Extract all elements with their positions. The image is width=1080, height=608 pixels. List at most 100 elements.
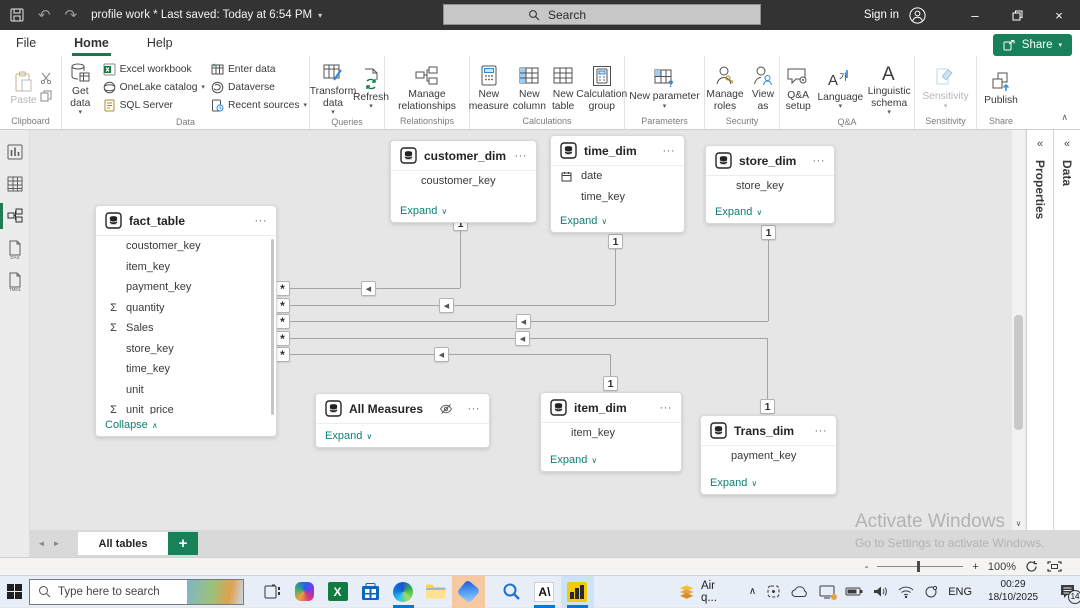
cast-tray-icon[interactable]: [819, 585, 838, 600]
entity-card-store-dim[interactable]: store_dim ··· store_key Expand ∨: [705, 145, 835, 224]
relationship-line-customer[interactable]: [460, 223, 461, 288]
a-app-icon[interactable]: A\: [528, 576, 561, 608]
collapse-ribbon-icon[interactable]: ∧: [1061, 112, 1068, 123]
hidden-eye-icon[interactable]: [439, 403, 453, 415]
recent-sources-item[interactable]: Recent sources ▾: [211, 98, 307, 113]
transform-data-button[interactable]: Transform data ▾: [310, 58, 356, 117]
new-column-button[interactable]: New column: [512, 61, 547, 112]
expand-link[interactable]: Expand ∨: [560, 215, 607, 227]
restore-button[interactable]: [996, 0, 1038, 30]
field-row[interactable]: time_key: [551, 187, 684, 208]
save-icon[interactable]: [10, 8, 24, 22]
entity-card-item-dim[interactable]: item_dim ··· item_key Expand ∨: [540, 392, 682, 472]
document-title[interactable]: profile work * Last saved: Today at 6:54…: [91, 9, 322, 21]
zoom-in-button[interactable]: +: [972, 561, 978, 573]
card-scrollbar[interactable]: [271, 239, 274, 415]
more-options-icon[interactable]: ···: [660, 402, 673, 414]
field-row[interactable]: payment_key: [701, 446, 836, 467]
properties-panel[interactable]: « Properties: [1026, 130, 1053, 530]
manage-roles-button[interactable]: Manage roles: [706, 61, 744, 112]
zoom-slider-thumb[interactable]: [917, 561, 921, 572]
report-view-button[interactable]: [0, 136, 30, 168]
undo-icon[interactable]: ↶: [38, 6, 51, 24]
minimize-button[interactable]: –: [954, 0, 996, 30]
relationship-line-time[interactable]: [615, 240, 616, 305]
language-button[interactable]: A가 Language ▾: [817, 64, 863, 111]
manage-relationships-button[interactable]: Manage relationships: [397, 61, 457, 112]
zoom-out-button[interactable]: -: [865, 561, 869, 573]
redo-icon[interactable]: ↷: [65, 6, 78, 24]
entity-header[interactable]: Trans_dim ···: [701, 416, 836, 445]
start-button[interactable]: [0, 576, 29, 608]
expand-link[interactable]: Expand ∨: [715, 206, 762, 218]
more-options-icon[interactable]: ···: [663, 145, 676, 157]
calculation-group-button[interactable]: Calculation group: [576, 61, 627, 112]
more-options-icon[interactable]: ···: [468, 403, 481, 415]
close-button[interactable]: ×: [1038, 0, 1080, 30]
share-button[interactable]: Share ▾: [992, 34, 1072, 56]
scroll-down-icon[interactable]: ∨: [1012, 519, 1025, 528]
view-as-button[interactable]: View as: [749, 61, 777, 112]
sensitivity-button[interactable]: Sensitivity ▾: [921, 63, 969, 110]
field-row[interactable]: store_key: [706, 176, 834, 197]
tab-home[interactable]: Home: [72, 32, 111, 56]
teams-tray-icon[interactable]: [766, 584, 781, 599]
entity-header[interactable]: item_dim ···: [541, 393, 681, 422]
zoom-level[interactable]: 100%: [988, 561, 1016, 573]
search-app-icon[interactable]: [495, 576, 528, 608]
sql-server-item[interactable]: SQL Server: [103, 98, 205, 113]
language-indicator[interactable]: ENG: [948, 586, 972, 598]
field-row[interactable]: payment_key: [96, 277, 276, 298]
canvas-scrollbar[interactable]: ∨: [1012, 130, 1025, 530]
entity-header[interactable]: fact_table ···: [96, 206, 276, 235]
tray-chevron-icon[interactable]: ∧: [749, 586, 756, 597]
field-row[interactable]: unit: [96, 380, 276, 401]
onelake-catalog-item[interactable]: OneLake catalog ▾: [103, 80, 205, 95]
volume-tray-icon[interactable]: [873, 585, 888, 598]
entity-card-customer-dim[interactable]: customer_dim ··· coustomer_key Expand ∨: [390, 140, 537, 223]
field-row[interactable]: date: [551, 166, 684, 187]
dax-query-view-button[interactable]: DAX: [0, 232, 30, 264]
new-layout-button[interactable]: +: [168, 532, 198, 555]
excel-workbook-item[interactable]: Excel workbook: [103, 62, 205, 77]
model-canvas[interactable]: * * * * * ◀ ◀ ◀ ◀ ◀ 1 1 1 1 1 fact_table…: [30, 130, 1012, 530]
cut-icon[interactable]: [40, 71, 52, 86]
sign-in-link[interactable]: Sign in: [864, 9, 899, 21]
collapse-link[interactable]: Collapse ∧: [105, 419, 158, 431]
model-view-button[interactable]: [0, 200, 30, 232]
entity-card-all-measures[interactable]: All Measures ··· Expand ∨: [315, 393, 490, 448]
entity-header[interactable]: store_dim ···: [706, 146, 834, 175]
clock[interactable]: 00:29 18/10/2025: [982, 579, 1044, 604]
file-explorer-icon[interactable]: [420, 576, 453, 608]
notification-center-button[interactable]: 14: [1054, 579, 1080, 605]
qa-setup-button[interactable]: Q&A setup: [782, 62, 814, 113]
expand-link[interactable]: Expand ∨: [550, 454, 597, 466]
wifi-tray-icon[interactable]: [898, 586, 914, 598]
tmdl-view-button[interactable]: TMDL: [0, 264, 30, 296]
field-row[interactable]: store_key: [96, 339, 276, 360]
relationship-line-store[interactable]: [768, 230, 769, 321]
fit-to-screen-icon[interactable]: [1047, 561, 1062, 572]
get-data-button[interactable]: Get data ▾: [64, 58, 97, 117]
new-parameter-button[interactable]: ? New parameter ▾: [628, 63, 700, 110]
prev-tab-arrow[interactable]: ◄: [34, 539, 49, 548]
scrollbar-thumb[interactable]: [1014, 315, 1023, 430]
expand-link[interactable]: Expand ∨: [325, 430, 372, 442]
data-panel[interactable]: « Data: [1053, 130, 1080, 530]
new-measure-button[interactable]: New measure: [469, 61, 509, 112]
more-options-icon[interactable]: ···: [255, 215, 268, 227]
weather-widget[interactable]: Air q...: [678, 580, 733, 604]
battery-tray-icon[interactable]: [845, 586, 863, 597]
linguistic-schema-button[interactable]: A Linguistic schema ▾: [866, 58, 912, 117]
excel-icon[interactable]: X: [321, 576, 354, 608]
reset-zoom-icon[interactable]: [1025, 560, 1038, 573]
field-row[interactable]: Σ Sales: [96, 318, 276, 339]
power-bi-icon[interactable]: [560, 575, 594, 608]
search-highlight-image[interactable]: [186, 579, 243, 604]
entity-card-fact-table[interactable]: fact_table ··· coustomer_key item_key pa…: [95, 205, 277, 437]
tab-file[interactable]: File: [14, 32, 38, 56]
task-view-button[interactable]: [256, 576, 289, 608]
new-table-button[interactable]: New table: [551, 61, 575, 112]
entity-card-trans-dim[interactable]: Trans_dim ··· payment_key Expand ∨: [700, 415, 837, 495]
more-options-icon[interactable]: ···: [815, 425, 828, 437]
